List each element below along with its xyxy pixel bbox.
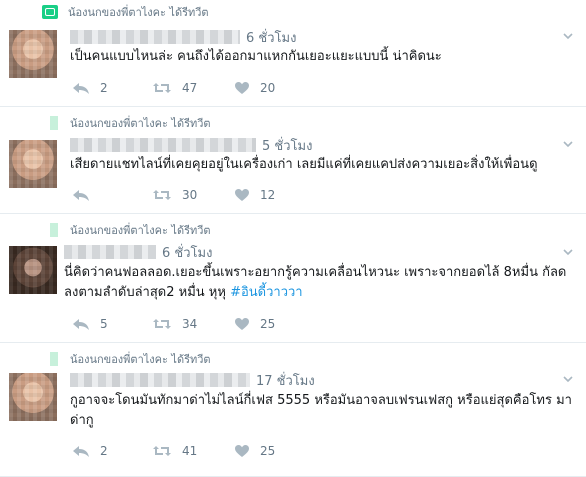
avatar[interactable]: [9, 140, 57, 188]
retweeted-by-label[interactable]: น้องนกของพี่ตาไงคะ ได้รีทวีต: [70, 350, 211, 368]
tweet[interactable]: น้องนกของพี่ตาไงคะ ได้รีทวีต 17 ชั่วโมง …: [0, 343, 586, 477]
reply-icon: [73, 83, 89, 94]
chevron-down-icon[interactable]: [562, 373, 574, 385]
tweet-body: เสียดายแชทไลน์ที่เคยคุยอยู่ในเครื่องเก่า…: [70, 157, 538, 172]
retweet-action-icon: [153, 446, 171, 456]
tweet[interactable]: น้องนกของพี่ตาไงคะ ได้รีทวีต 6 ชั่วโมง น…: [0, 214, 586, 343]
tweet-timestamp[interactable]: 6 ชั่วโมง: [246, 27, 296, 48]
tweet-body: กูอาจจะโดนมันทักมาด่าไม่ไลน์กี่เฟส 5555 …: [70, 393, 572, 428]
tweet-text: นี่คิดว่าคนฟอลลอด.เยอะขึ้นเพราะอยากรู้คว…: [64, 263, 574, 303]
retweeted-by-label[interactable]: น้องนกของพี่ตาไงคะ ได้รีทวีต: [70, 221, 211, 239]
like-button[interactable]: 20: [234, 81, 275, 95]
like-button[interactable]: 12: [234, 188, 275, 202]
tweet-text: เสียดายแชทไลน์ที่เคยคุยอยู่ในเครื่องเก่า…: [70, 155, 582, 175]
blurred-username[interactable]: [70, 373, 250, 387]
tweet[interactable]: น้องนกของพี่ตาไงคะ ได้รีทวีต 6 ชั่วโมง เ…: [0, 0, 586, 107]
like-button[interactable]: 25: [234, 317, 275, 331]
tweet-header: 6 ชั่วโมง: [64, 243, 212, 261]
blurred-username[interactable]: [64, 245, 156, 259]
retweet-context: น้องนกของพี่ตาไงคะ ได้รีทวีต: [42, 115, 211, 131]
heart-icon: [235, 445, 249, 457]
blurred-username[interactable]: [70, 138, 256, 152]
reply-icon: [73, 190, 89, 201]
retweet-context: น้องนกของพี่ตาไงคะ ได้รีทวีต: [42, 4, 209, 20]
retweet-icon: [50, 352, 58, 366]
tweet-actions: 2 41 25: [72, 442, 275, 460]
reply-button[interactable]: [72, 188, 152, 202]
tweet-actions: 2 47 20: [72, 79, 275, 97]
retweet-icon: [50, 116, 58, 130]
like-count: 12: [260, 188, 276, 202]
tweet[interactable]: น้องนกของพี่ตาไงคะ ได้รีทวีต 5 ชั่วโมง เ…: [0, 107, 586, 214]
tweet-text: กูอาจจะโดนมันทักมาด่าไม่ไลน์กี่เฟส 5555 …: [70, 391, 574, 431]
heart-icon: [235, 82, 249, 94]
like-count: 20: [260, 81, 276, 95]
retweet-count: 41: [182, 444, 198, 458]
like-count: 25: [260, 444, 276, 458]
tweet-actions: 30 12: [72, 186, 275, 204]
reply-icon: [73, 446, 89, 457]
timeline-feed: น้องนกของพี่ตาไงคะ ได้รีทวีต 6 ชั่วโมง เ…: [0, 0, 586, 477]
like-count: 25: [260, 317, 276, 331]
tweet-header: 5 ชั่วโมง: [70, 136, 312, 154]
reply-button[interactable]: 2: [72, 81, 152, 95]
retweet-button[interactable]: 30: [152, 188, 234, 202]
retweeted-by-label[interactable]: น้องนกของพี่ตาไงคะ ได้รีทวีต: [68, 3, 209, 21]
reply-button[interactable]: 5: [72, 317, 152, 331]
reply-count: 2: [100, 81, 108, 95]
retweeted-by-label[interactable]: น้องนกของพี่ตาไงคะ ได้รีทวีต: [70, 114, 211, 132]
tweet-text: เป็นคนแบบไหนล่ะ คนถึงได้ออกมาแหกกันเยอะแ…: [70, 47, 570, 67]
reply-icon: [73, 319, 89, 330]
retweet-action-icon: [153, 319, 171, 329]
reply-count: 2: [100, 444, 108, 458]
retweet-button[interactable]: 47: [152, 81, 234, 95]
hashtag-link[interactable]: #อินดี้วาววา: [230, 285, 303, 300]
retweet-icon: [50, 223, 58, 237]
tweet-body: เป็นคนแบบไหนล่ะ คนถึงได้ออกมาแหกกันเยอะแ…: [70, 49, 442, 64]
tweet-timestamp[interactable]: 17 ชั่วโมง: [256, 370, 315, 391]
heart-icon: [235, 189, 249, 201]
heart-icon: [235, 318, 249, 330]
chevron-down-icon[interactable]: [562, 30, 574, 42]
reply-button[interactable]: 2: [72, 444, 152, 458]
retweet-icon: [42, 5, 58, 19]
tweet-header: 17 ชั่วโมง: [70, 371, 315, 389]
chevron-down-icon[interactable]: [562, 138, 574, 150]
tweet-timestamp[interactable]: 5 ชั่วโมง: [262, 135, 312, 156]
like-button[interactable]: 25: [234, 444, 275, 458]
retweet-action-icon: [153, 83, 171, 93]
retweet-count: 34: [182, 317, 198, 331]
tweet-timestamp[interactable]: 6 ชั่วโมง: [162, 242, 212, 263]
retweet-button[interactable]: 34: [152, 317, 234, 331]
tweet-actions: 5 34 25: [72, 315, 275, 333]
retweet-count: 47: [182, 81, 198, 95]
reply-count: 5: [100, 317, 108, 331]
avatar[interactable]: [9, 30, 57, 78]
blurred-username[interactable]: [70, 30, 240, 44]
retweet-count: 30: [182, 188, 198, 202]
chevron-down-icon[interactable]: [562, 246, 574, 258]
tweet-body: นี่คิดว่าคนฟอลลอด.เยอะขึ้นเพราะอยากรู้คว…: [64, 265, 567, 300]
retweet-action-icon: [153, 190, 171, 200]
retweet-context: น้องนกของพี่ตาไงคะ ได้รีทวีต: [42, 222, 211, 238]
avatar[interactable]: [9, 373, 57, 421]
retweet-context: น้องนกของพี่ตาไงคะ ได้รีทวีต: [42, 351, 211, 367]
retweet-button[interactable]: 41: [152, 444, 234, 458]
avatar[interactable]: [9, 246, 57, 294]
tweet-header: 6 ชั่วโมง: [70, 28, 296, 46]
